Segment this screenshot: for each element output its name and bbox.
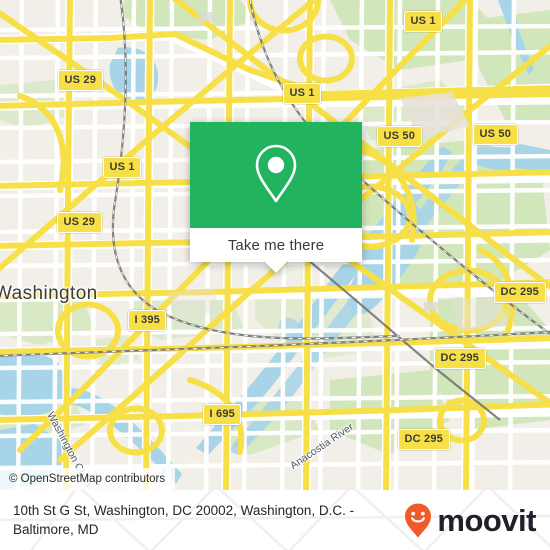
highway-shield[interactable]: DC 295 [434, 348, 486, 369]
popup-header [190, 122, 362, 228]
take-me-there-label: Take me there [227, 236, 325, 254]
map-canvas[interactable]: Washington Washington Chan Anacostia Riv… [0, 0, 550, 490]
highway-shield[interactable]: DC 295 [398, 429, 450, 450]
location-popup[interactable]: Take me there [190, 122, 362, 273]
moovit-map-card: Washington Washington Chan Anacostia Riv… [0, 0, 550, 550]
highway-shield[interactable]: US 50 [473, 124, 518, 145]
highway-shield[interactable]: US 50 [377, 126, 422, 147]
highway-shield[interactable]: I 395 [128, 310, 167, 331]
moovit-logo: moovit [403, 502, 536, 539]
highway-shield[interactable]: US 1 [103, 157, 142, 178]
highway-shield[interactable]: US 1 [404, 11, 443, 32]
highway-shield[interactable]: DC 295 [494, 282, 546, 303]
moovit-wordmark: moovit [437, 502, 536, 538]
highway-shield[interactable]: US 29 [58, 70, 103, 91]
highway-shield[interactable]: I 695 [203, 404, 242, 425]
map-attribution[interactable]: © OpenStreetMap contributors [0, 468, 176, 490]
highway-shield[interactable]: US 29 [57, 212, 102, 233]
footer-bar: 10th St G St, Washington, DC 20002, Wash… [0, 490, 550, 550]
footer-content: 10th St G St, Washington, DC 20002, Wash… [0, 490, 550, 550]
attribution-text: © OpenStreetMap contributors [9, 473, 166, 485]
popup-tail [265, 262, 287, 273]
map-city-label: Washington [0, 283, 98, 304]
address-text: 10th St G St, Washington, DC 20002, Wash… [13, 503, 355, 537]
moovit-pin-icon [405, 503, 432, 537]
take-me-there-button[interactable]: Take me there [190, 228, 362, 273]
map-pin-icon [255, 144, 297, 203]
highway-shield[interactable]: US 1 [283, 83, 322, 104]
